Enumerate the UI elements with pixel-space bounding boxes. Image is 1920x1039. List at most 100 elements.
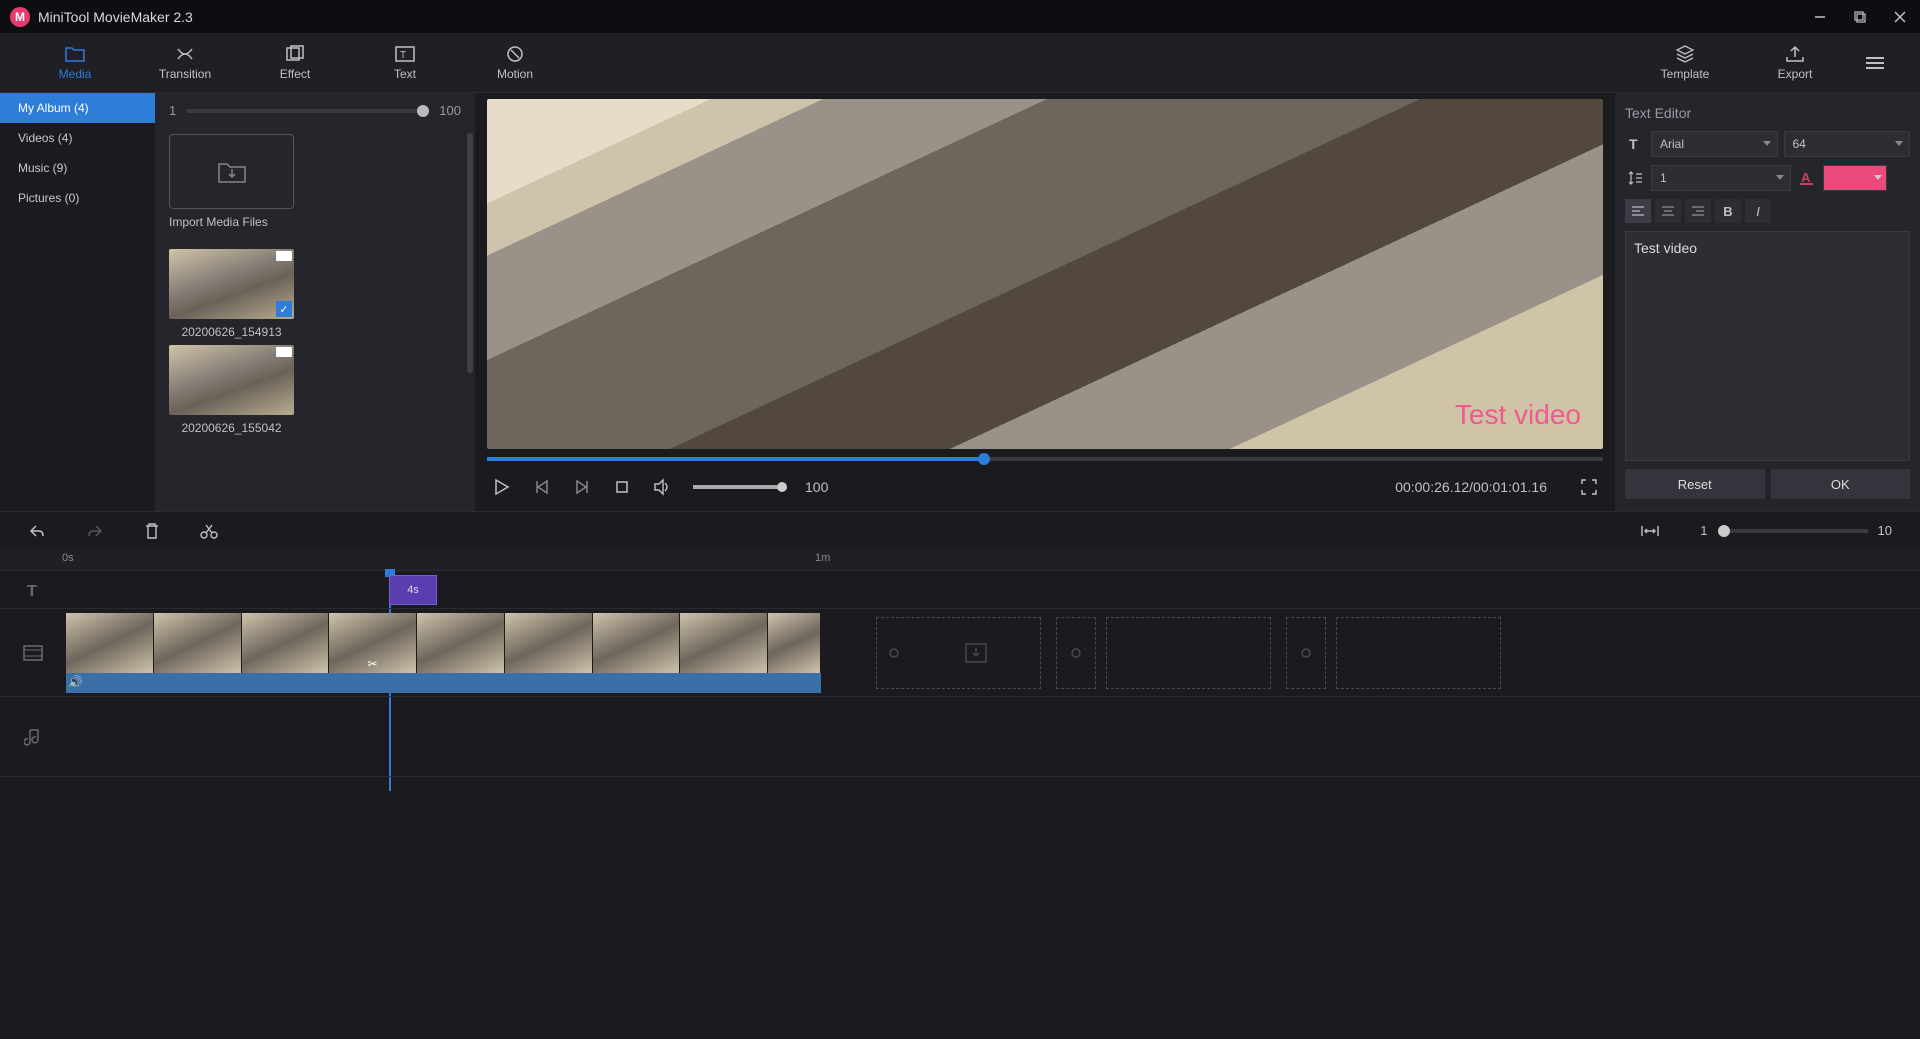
- tab-motion[interactable]: Motion: [460, 33, 570, 93]
- svg-text:T: T: [1629, 136, 1638, 152]
- play-button[interactable]: [493, 478, 511, 496]
- link-icon: [1067, 644, 1085, 662]
- thumb-zoom-min: 1: [169, 103, 176, 118]
- volume-slider[interactable]: [693, 485, 783, 489]
- sidebar-item-music[interactable]: Music (9): [0, 153, 155, 183]
- text-input[interactable]: Test video: [1625, 231, 1910, 461]
- timeline-zoom-min: 1: [1700, 523, 1707, 538]
- undo-button[interactable]: [28, 523, 46, 539]
- transition-icon: [174, 45, 196, 63]
- sidebar-item-album[interactable]: My Album (4): [0, 93, 155, 123]
- export-button[interactable]: Export: [1740, 33, 1850, 93]
- italic-button[interactable]: I: [1745, 199, 1771, 223]
- preview-scrubber[interactable]: [487, 457, 1603, 461]
- font-color-icon: A: [1797, 170, 1817, 186]
- size-value: 64: [1793, 137, 1806, 151]
- reset-label: Reset: [1678, 477, 1712, 492]
- mute-button[interactable]: [653, 478, 671, 496]
- tab-text[interactable]: T Text: [350, 33, 460, 93]
- video-track-icon: [0, 644, 66, 662]
- align-right-button[interactable]: [1685, 199, 1711, 223]
- minimize-button[interactable]: [1810, 7, 1830, 27]
- media-scrollbar[interactable]: [467, 133, 473, 373]
- app-title: MiniTool MovieMaker 2.3: [38, 9, 1790, 25]
- timeline-ruler[interactable]: 0s 1m: [0, 549, 1920, 571]
- bold-button[interactable]: B: [1715, 199, 1741, 223]
- align-left-button[interactable]: [1625, 199, 1651, 223]
- font-size-select[interactable]: 64: [1784, 131, 1911, 157]
- thumb-zoom-slider[interactable]: [186, 109, 429, 113]
- tab-label: Effect: [280, 67, 310, 81]
- align-center-button[interactable]: [1655, 199, 1681, 223]
- effect-icon: [284, 45, 306, 63]
- export-icon: [1784, 45, 1806, 63]
- link-icon: [1297, 644, 1315, 662]
- text-icon: T: [394, 45, 416, 63]
- tab-media[interactable]: Media: [20, 33, 130, 93]
- stop-button[interactable]: [613, 478, 631, 496]
- template-button[interactable]: Template: [1630, 33, 1740, 93]
- ok-button[interactable]: OK: [1771, 469, 1911, 499]
- prev-frame-button[interactable]: [533, 478, 551, 496]
- fit-timeline-button[interactable]: [1640, 524, 1660, 538]
- svg-text:T: T: [400, 50, 406, 61]
- text-track-icon: T: [0, 580, 66, 600]
- redo-button[interactable]: [86, 523, 104, 539]
- maximize-button[interactable]: [1850, 7, 1870, 27]
- motion-icon: [504, 45, 526, 63]
- sidebar-item-pictures[interactable]: Pictures (0): [0, 183, 155, 213]
- media-clip[interactable]: ✓ 20200626_154913: [169, 249, 294, 339]
- media-clip[interactable]: 20200626_155042: [169, 345, 294, 435]
- sidebar-item-label: Music (9): [18, 161, 67, 175]
- video-badge-icon: [276, 251, 292, 261]
- tab-label: Transition: [159, 67, 211, 81]
- fullscreen-button[interactable]: [1581, 479, 1597, 495]
- thumb-zoom-max: 100: [439, 103, 461, 118]
- next-frame-button[interactable]: [573, 478, 591, 496]
- app-logo: M: [10, 7, 30, 27]
- video-clip[interactable]: ✂ 🔊: [66, 613, 821, 693]
- sidebar-item-label: Pictures (0): [18, 191, 79, 205]
- speaker-icon: 🔊: [68, 675, 83, 689]
- tab-effect[interactable]: Effect: [240, 33, 350, 93]
- audio-track[interactable]: [0, 697, 1920, 777]
- drop-zone[interactable]: [1336, 617, 1501, 689]
- layers-icon: [1674, 45, 1696, 63]
- text-track[interactable]: T 4s: [0, 571, 1920, 609]
- svg-text:A: A: [1801, 170, 1811, 185]
- text-editor-panel: Text Editor T Arial 64 1 A B I Test vide…: [1615, 93, 1920, 511]
- import-media-button[interactable]: [169, 134, 294, 209]
- text-clip[interactable]: 4s: [389, 575, 437, 605]
- audio-track-icon: [0, 727, 66, 747]
- sidebar-item-label: Videos (4): [18, 131, 72, 145]
- timeline-zoom-slider[interactable]: [1718, 529, 1868, 533]
- hamburger-menu[interactable]: [1850, 55, 1900, 71]
- close-button[interactable]: [1890, 7, 1910, 27]
- color-picker[interactable]: [1823, 165, 1887, 191]
- text-editor-title: Text Editor: [1625, 105, 1910, 121]
- top-ribbon: Media Transition Effect T Text Motion Te…: [0, 33, 1920, 93]
- split-button[interactable]: [200, 522, 218, 540]
- tab-label: Media: [59, 67, 92, 81]
- text-clip-duration: 4s: [407, 584, 419, 596]
- line-height-icon: [1625, 170, 1645, 186]
- tab-transition[interactable]: Transition: [130, 33, 240, 93]
- font-select[interactable]: Arial: [1651, 131, 1778, 157]
- ruler-mark: 0s: [62, 552, 74, 564]
- text-icon: T: [1625, 136, 1645, 152]
- delete-button[interactable]: [144, 522, 160, 540]
- svg-text:T: T: [27, 583, 37, 600]
- drop-zone[interactable]: [1056, 617, 1096, 689]
- ok-label: OK: [1831, 477, 1850, 492]
- timeline-zoom-max: 10: [1878, 523, 1892, 538]
- media-sidebar: My Album (4) Videos (4) Music (9) Pictur…: [0, 93, 155, 511]
- drop-zone[interactable]: [876, 617, 1041, 689]
- sidebar-item-videos[interactable]: Videos (4): [0, 123, 155, 153]
- preview-video: Test video: [487, 99, 1603, 449]
- volume-value: 100: [805, 479, 828, 495]
- drop-zone[interactable]: [1106, 617, 1271, 689]
- reset-button[interactable]: Reset: [1625, 469, 1765, 499]
- video-track[interactable]: ✂ 🔊: [0, 609, 1920, 697]
- line-height-select[interactable]: 1: [1651, 165, 1791, 191]
- drop-zone[interactable]: [1286, 617, 1326, 689]
